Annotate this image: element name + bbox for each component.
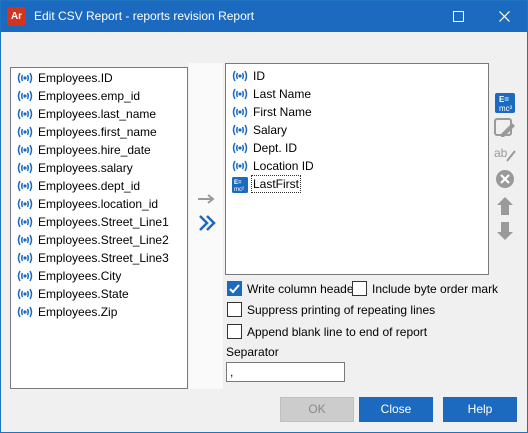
remove-icon (496, 170, 514, 188)
edit-formula-icon (494, 118, 515, 137)
field-icon (17, 125, 33, 139)
maximize-icon (453, 11, 464, 22)
formula-icon: E= mc² (232, 177, 248, 193)
list-item-label: Employees.ID (38, 71, 113, 85)
close-button[interactable]: Close (359, 397, 433, 422)
suppress-repeating-lines-label: Suppress printing of repeating lines (247, 303, 436, 317)
field-icon (17, 269, 33, 283)
new-formula-button[interactable]: E= mc² (493, 91, 517, 115)
list-item-label: Employees.Street_Line2 (38, 233, 169, 247)
field-icon (232, 159, 248, 173)
add-field-arrow-icon[interactable] (197, 193, 217, 205)
field-icon (17, 251, 33, 265)
checkbox-box[interactable] (227, 324, 242, 339)
move-up-button[interactable] (493, 194, 517, 218)
rename-button[interactable]: ab (493, 141, 517, 165)
field-icon (232, 69, 248, 83)
edit-csv-report-dialog: Ar Edit CSV Report - reports revision Re… (0, 0, 528, 433)
list-item-label: Last Name (253, 87, 312, 101)
move-down-button[interactable] (493, 219, 517, 243)
append-blank-line-checkbox[interactable]: Append blank line to end of report (227, 324, 447, 340)
field-icon (17, 143, 33, 157)
svg-text:mc²: mc² (499, 104, 513, 113)
checkmark-icon (229, 284, 240, 294)
window-title: Edit CSV Report - reports revision Repor… (34, 9, 255, 23)
close-window-button[interactable] (481, 1, 527, 32)
field-icon (17, 215, 33, 229)
close-icon (499, 11, 510, 22)
list-item-label: Salary (253, 123, 288, 137)
svg-text:E=: E= (234, 180, 242, 186)
arrow-up-icon (497, 197, 513, 215)
checkbox-box[interactable] (227, 302, 242, 317)
field-icon (232, 105, 248, 119)
field-icon (17, 287, 33, 301)
list-item-label: Dept. ID (253, 141, 298, 155)
list-item-label: Location ID (253, 159, 314, 173)
title-bar[interactable]: Ar Edit CSV Report - reports revision Re… (1, 1, 527, 32)
list-item-label: Employees.Street_Line3 (38, 251, 169, 265)
list-item-label: Employees.emp_id (38, 89, 141, 103)
list-item-label: Employees.salary (38, 161, 133, 175)
checkbox-box[interactable] (352, 281, 367, 296)
field-icon (232, 87, 248, 101)
edit-formula-button[interactable] (493, 116, 517, 140)
field-icon (17, 89, 33, 103)
suppress-repeating-lines-checkbox[interactable]: Suppress printing of repeating lines (227, 302, 447, 318)
svg-text:E=: E= (499, 95, 509, 104)
app-logo-icon: Ar (7, 7, 26, 26)
transfer-controls (189, 63, 223, 389)
separator-label: Separator (226, 345, 279, 359)
remove-button[interactable] (493, 167, 517, 191)
field-icon (17, 107, 33, 121)
rename-icon: ab (494, 146, 516, 162)
include-byte-order-mark-checkbox[interactable]: Include byte order mark (352, 281, 498, 297)
svg-text:ab: ab (494, 146, 508, 160)
field-icon (17, 197, 33, 211)
list-item-label: ID (253, 69, 265, 83)
field-icon (17, 179, 33, 193)
field-icon (17, 161, 33, 175)
list-item-label: Employees.Street_Line1 (38, 215, 169, 229)
help-button[interactable]: Help (443, 397, 517, 422)
include-byte-order-mark-label: Include byte order mark (372, 282, 499, 296)
available-fields-list[interactable]: Employees.ID Employees.emp_id Employees.la… (10, 67, 188, 389)
ok-button[interactable]: OK (280, 397, 354, 422)
list-item-label: Employees.State (38, 287, 129, 301)
list-item-label: First Name (253, 105, 312, 119)
field-icon (232, 123, 248, 137)
separator-input[interactable] (226, 362, 345, 382)
checkbox-box[interactable] (227, 281, 242, 296)
field-icon (17, 305, 33, 319)
list-item-label: Employees.hire_date (38, 143, 151, 157)
list-item-label: Employees.dept_id (38, 179, 141, 193)
list-item-label: Employees.Zip (38, 305, 118, 319)
field-icon (232, 141, 248, 155)
list-item-label: Employees.City (38, 269, 122, 283)
list-item-label: Employees.first_name (38, 125, 157, 139)
list-item-label: LastFirst (250, 175, 302, 193)
report-columns-list[interactable]: ID Last Name First Name Salary Dept. ID Locat… (225, 63, 489, 275)
add-all-fields-icon[interactable] (197, 213, 217, 233)
formula-icon: E= mc² (495, 93, 515, 113)
arrow-down-icon (497, 222, 513, 240)
svg-text:mc²: mc² (234, 187, 244, 193)
maximize-button[interactable] (435, 1, 481, 32)
list-item-label: Employees.last_name (38, 107, 157, 121)
write-column-header-checkbox[interactable]: Write column header (227, 281, 358, 297)
append-blank-line-label: Append blank line to end of report (247, 325, 428, 339)
write-column-header-label: Write column header (247, 282, 358, 296)
list-item-label: Employees.location_id (38, 197, 159, 211)
field-icon (17, 71, 33, 85)
field-icon (17, 233, 33, 247)
